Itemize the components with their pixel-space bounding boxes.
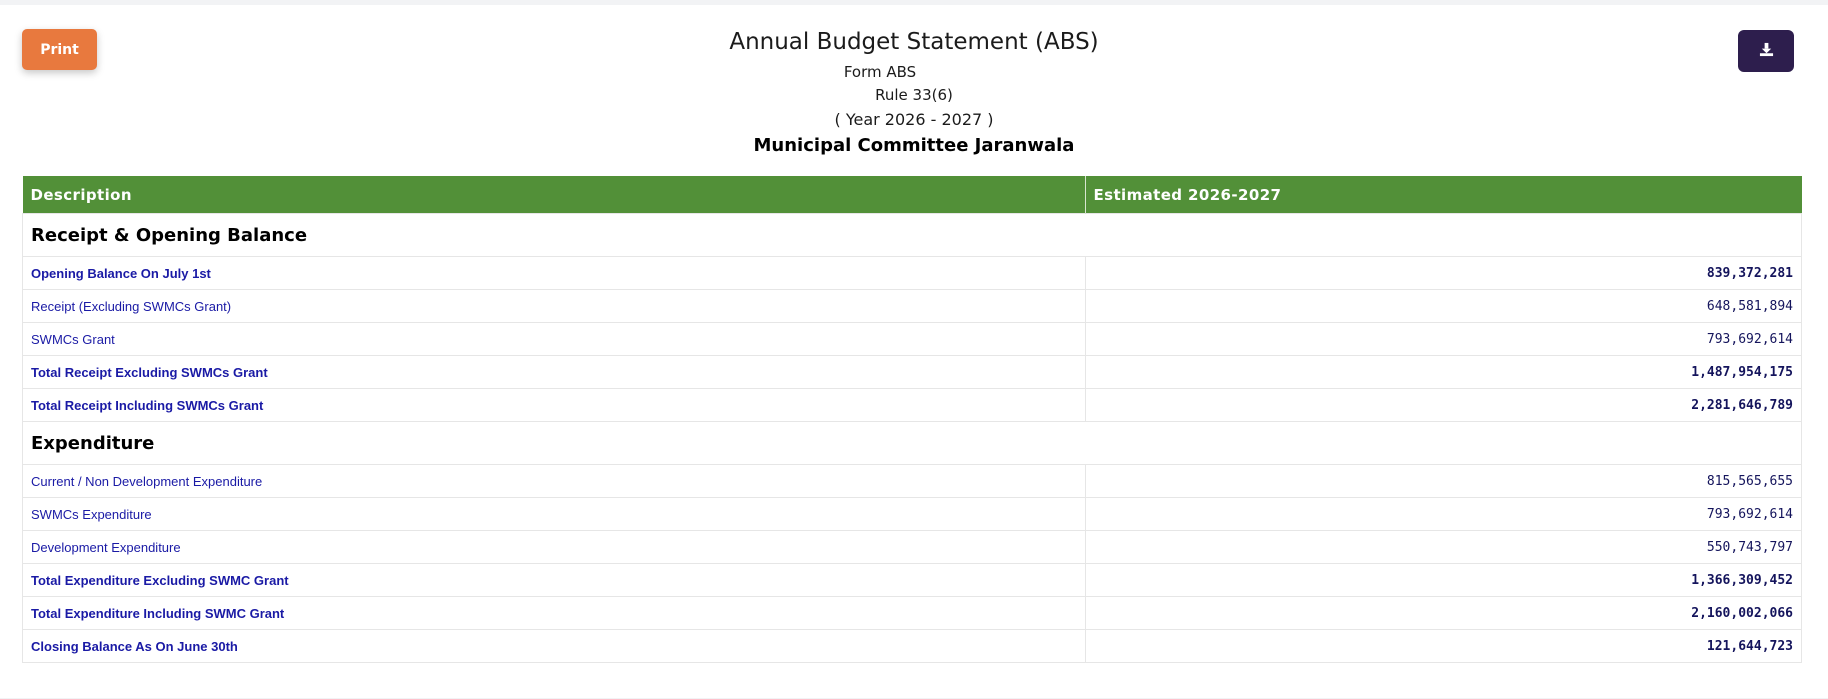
table-row: Total Expenditure Including SWMC Grant 2… [22,596,1802,630]
year-label: ( Year 2026 - 2027 ) [834,110,994,129]
section-heading: Receipt & Opening Balance [22,213,1802,257]
table-row: Development Expenditure 550,743,797 [22,530,1802,564]
table-row: Opening Balance On July 1st 839,372,281 [22,256,1802,290]
row-value: 2,281,646,789 [1084,388,1802,422]
section-heading: Expenditure [22,421,1802,465]
row-value: 550,743,797 [1084,530,1802,564]
budget-table: Description Estimated 2026-2027 Receipt … [22,176,1802,663]
row-value: 1,487,954,175 [1084,355,1802,389]
table-row: Total Expenditure Excluding SWMC Grant 1… [22,563,1802,597]
row-label: Closing Balance As On June 30th [22,629,1086,663]
table-row: SWMCs Grant 793,692,614 [22,322,1802,356]
row-value: 815,565,655 [1084,464,1802,498]
row-label: SWMCs Grant [22,322,1086,356]
row-label: Total Expenditure Including SWMC Grant [22,596,1086,630]
row-label: Total Expenditure Excluding SWMC Grant [22,563,1086,597]
row-label: Receipt (Excluding SWMCs Grant) [22,289,1086,323]
report-card: Print Annual Budget Statement (ABS) Form… [0,5,1828,698]
row-label: Development Expenditure [22,530,1086,564]
row-value: 121,644,723 [1084,629,1802,663]
row-value: 793,692,614 [1084,497,1802,531]
section-heading-row: Receipt & Opening Balance [22,213,1802,257]
table-row: Closing Balance As On June 30th 121,644,… [22,629,1802,663]
row-value: 2,160,002,066 [1084,596,1802,630]
organization-name: Municipal Committee Jaranwala [753,135,1075,156]
column-header-description: Description [22,176,1086,214]
row-value: 839,372,281 [1084,256,1802,290]
page-title: Annual Budget Statement (ABS) [729,29,1099,55]
row-label: SWMCs Expenditure [22,497,1086,531]
row-value: 648,581,894 [1084,289,1802,323]
row-label: Total Receipt Including SWMCs Grant [22,388,1086,422]
table-row: Total Receipt Excluding SWMCs Grant 1,48… [22,355,1802,389]
form-label: Form ABS [843,63,917,81]
row-label: Opening Balance On July 1st [22,256,1086,290]
table-row: Total Receipt Including SWMCs Grant 2,28… [22,388,1802,422]
row-label: Current / Non Development Expenditure [22,464,1086,498]
row-value: 1,366,309,452 [1084,563,1802,597]
table-row: SWMCs Expenditure 793,692,614 [22,497,1802,531]
table-row: Current / Non Development Expenditure 81… [22,464,1802,498]
row-label: Total Receipt Excluding SWMCs Grant [22,355,1086,389]
section-heading-row: Expenditure [22,421,1802,465]
table-header-row: Description Estimated 2026-2027 [22,176,1802,214]
row-value: 793,692,614 [1084,322,1802,356]
column-header-estimated: Estimated 2026-2027 [1085,176,1802,214]
rule-label: Rule 33(6) [875,86,953,104]
table-row: Receipt (Excluding SWMCs Grant) 648,581,… [22,289,1802,323]
